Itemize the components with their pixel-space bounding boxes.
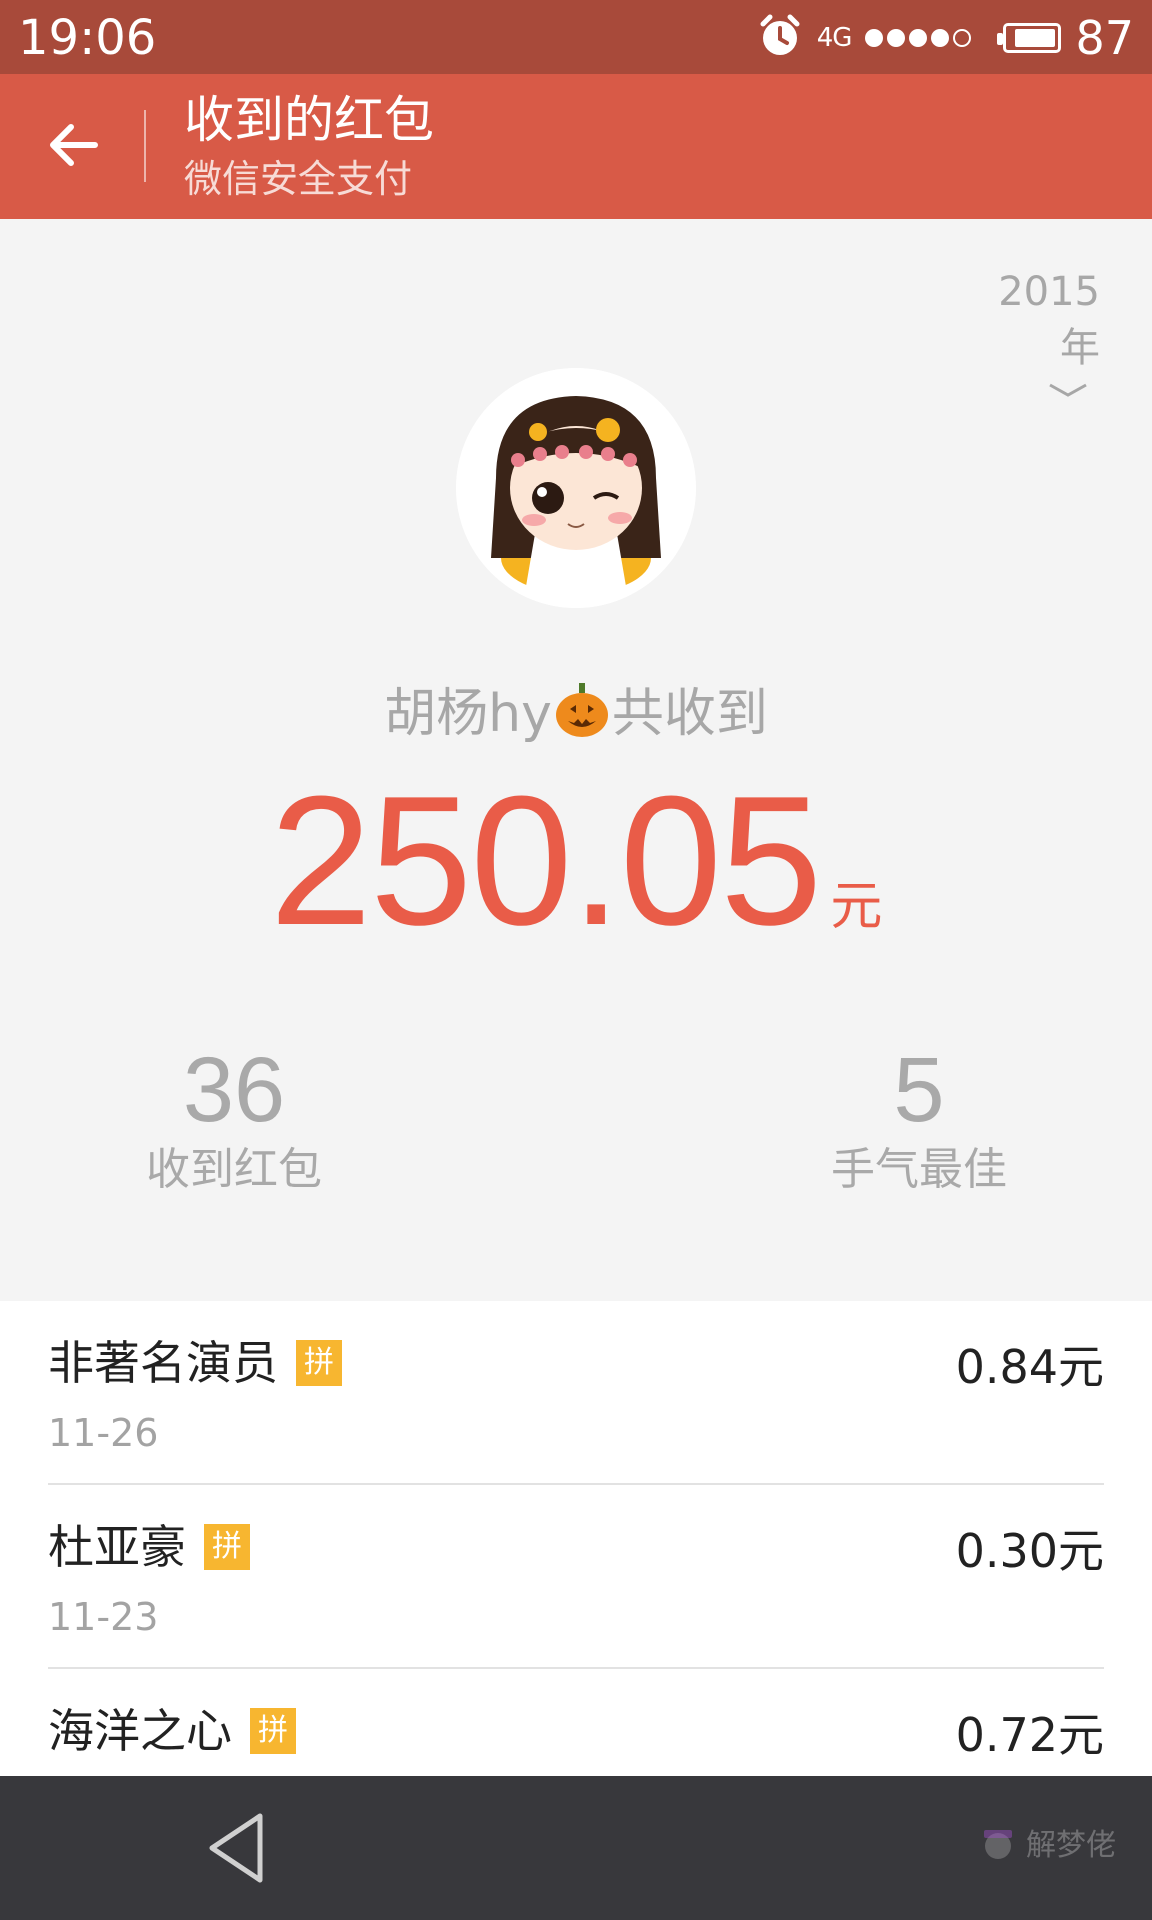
total-amount-block: 250.05 元 — [0, 750, 1152, 970]
received-date: 11-26 — [48, 1411, 159, 1455]
signal-dot — [887, 29, 906, 47]
sender-name-line: 非著名演员 拼 — [48, 1333, 342, 1393]
group-badge: 拼 — [204, 1524, 250, 1570]
received-text: 共收到 — [611, 684, 768, 744]
stat-received-count: 36 收到红包 — [104, 1040, 364, 1200]
system-nav-bar: 解梦佬 — [0, 1776, 1152, 1920]
signal-dot — [931, 29, 950, 47]
avatar — [456, 368, 696, 608]
group-badge: 拼 — [296, 1340, 342, 1386]
status-bar: 19:06 4G 87 — [0, 0, 1152, 74]
year-selector[interactable]: 2015年 — [960, 264, 1100, 402]
received-date: 11-23 — [48, 1595, 159, 1639]
stat-value: 36 — [182, 1039, 286, 1141]
stat-value: 5 — [893, 1039, 945, 1141]
network-type: 4G — [816, 23, 853, 53]
list-item[interactable]: 杜亚豪 拼 11-23 0.30元 — [48, 1485, 1104, 1669]
battery-percent: 87 — [1075, 11, 1134, 65]
received-amount: 0.30元 — [955, 1524, 1104, 1578]
status-icons: 4G 87 — [757, 10, 1134, 66]
red-packet-list[interactable]: 非著名演员 拼 11-26 0.84元 杜亚豪 拼 11-23 0.30元 海洋… — [0, 1301, 1152, 1776]
back-button[interactable] — [30, 102, 116, 192]
signal-strength-icon — [865, 29, 972, 47]
battery-icon — [997, 23, 1062, 53]
watermark-text: 解梦佬 — [1026, 1828, 1116, 1863]
stat-label: 收到红包 — [146, 1144, 322, 1195]
jack-o-lantern-icon — [552, 679, 612, 758]
chevron-down-icon — [960, 382, 1088, 402]
page-title: 收到的红包 — [184, 91, 434, 149]
signal-dot — [909, 29, 928, 47]
header-divider — [144, 110, 146, 182]
list-item[interactable]: 非著名演员 拼 11-26 0.84元 — [48, 1301, 1104, 1485]
status-time: 19:06 — [18, 10, 157, 66]
sender-name: 杜亚豪 — [48, 1520, 186, 1574]
stat-best-luck: 5 手气最佳 — [789, 1040, 1049, 1200]
total-amount: 250.05 — [269, 757, 823, 963]
received-summary: 胡杨hy 共收到 — [0, 678, 1152, 758]
received-amount: 0.72元 — [955, 1708, 1104, 1762]
received-amount: 0.84元 — [955, 1340, 1104, 1394]
sender-name-line: 海洋之心 拼 — [48, 1701, 296, 1761]
user-name: 胡杨hy — [384, 684, 552, 744]
app-header: 收到的红包 微信安全支付 — [0, 74, 1152, 219]
triangle-back-icon[interactable] — [200, 1806, 280, 1890]
alarm-icon — [757, 13, 803, 63]
year-label: 2015年 — [998, 269, 1100, 371]
signal-dot — [865, 29, 884, 47]
arrow-left-icon — [47, 121, 99, 173]
sender-name: 非著名演员 — [48, 1336, 278, 1390]
signal-dot — [953, 29, 972, 47]
sender-name-line: 杜亚豪 拼 — [48, 1517, 250, 1577]
watermark: 解梦佬 — [978, 1820, 1116, 1864]
total-unit: 元 — [830, 877, 883, 937]
stat-label: 手气最佳 — [831, 1144, 1007, 1195]
sender-name: 海洋之心 — [48, 1704, 232, 1758]
list-item[interactable]: 海洋之心 拼 0.72元 — [48, 1669, 1104, 1776]
page-subtitle: 微信安全支付 — [184, 157, 413, 201]
group-badge: 拼 — [250, 1708, 296, 1754]
